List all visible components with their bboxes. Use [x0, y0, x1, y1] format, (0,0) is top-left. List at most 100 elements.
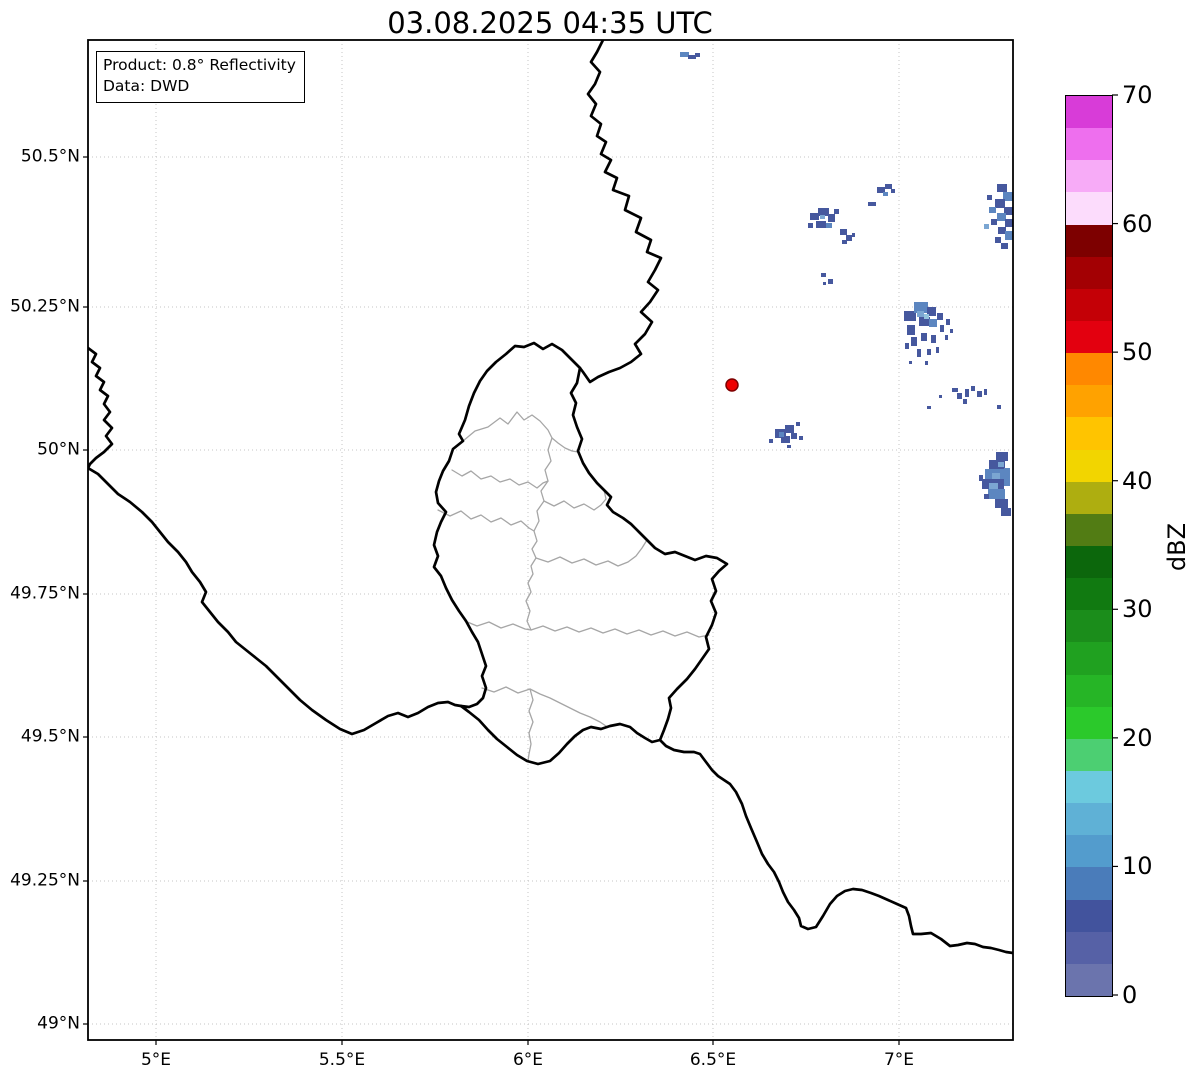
- radar-echo-cell: [907, 325, 915, 335]
- radar-echo-cell: [909, 361, 912, 364]
- radar-echo-cell: [695, 53, 700, 57]
- district-border-path: [527, 688, 534, 762]
- radar-echo-cell: [1005, 231, 1013, 240]
- reflectivity-colorbar: [1065, 95, 1113, 997]
- country-borders: [88, 40, 1013, 955]
- radar-echo-cell: [998, 462, 1004, 467]
- radar-echo-cell: [987, 195, 992, 200]
- radar-echo-cell: [769, 439, 773, 443]
- radar-echo-cell: [818, 208, 829, 216]
- radar-echo-cell: [821, 273, 826, 277]
- radar-echo-cell: [995, 237, 1001, 243]
- radar-echo-cell: [971, 386, 975, 391]
- district-borders: [437, 411, 710, 762]
- product-line: Product: 0.8° Reflectivity: [103, 56, 296, 74]
- colorbar-segment: [1066, 224, 1112, 257]
- colorbar-segment: [1066, 160, 1112, 193]
- radar-echo-cell: [808, 223, 813, 228]
- radar-echo-cell: [796, 422, 800, 426]
- colorbar-tick-label: 20: [1122, 723, 1153, 752]
- radar-echo-cell: [911, 337, 917, 346]
- radar-echo-cell: [927, 349, 931, 355]
- radar-echo-cell: [997, 184, 1007, 192]
- x-tick-label: 6.5°E: [689, 1050, 737, 1070]
- radar-echo-cell: [998, 227, 1006, 234]
- radar-echo-cell: [868, 202, 876, 206]
- district-border-path: [525, 437, 553, 631]
- radar-echo-cell: [885, 184, 892, 189]
- colorbar-segment: [1066, 674, 1112, 707]
- colorbar-segment: [1066, 513, 1112, 547]
- colorbar-segment: [1066, 578, 1112, 611]
- colorbar-segment: [1066, 963, 1112, 996]
- radar-echo-cell: [984, 389, 987, 395]
- colorbar-tick-label: 70: [1122, 81, 1153, 109]
- colorbar-segment: [1066, 931, 1112, 964]
- radar-echo-cell: [787, 445, 791, 448]
- country-border-path: [658, 738, 1013, 955]
- colorbar-segment: [1066, 803, 1112, 836]
- radar-echo-cell: [940, 325, 944, 332]
- colorbar-segment: [1066, 128, 1112, 161]
- colorbar-segment: [1066, 610, 1112, 643]
- radar-echo-cell: [852, 233, 855, 237]
- radar-echo-cell: [810, 213, 819, 220]
- plot-frame: [87, 39, 1014, 1041]
- radar-site-marker: [725, 378, 739, 392]
- radar-echo-cell: [995, 199, 1005, 208]
- radar-echo-cell: [931, 335, 936, 343]
- radar-echo-cell: [939, 395, 942, 398]
- radar-echo-cell: [988, 489, 1005, 499]
- radar-echo-cell: [688, 55, 696, 59]
- country-border-path: [578, 40, 663, 384]
- data-source-line: Data: DWD: [103, 77, 190, 96]
- radar-echo-cell: [785, 425, 794, 433]
- district-border-path: [451, 469, 549, 489]
- radar-echo-cell: [842, 240, 847, 244]
- colorbar-tick-label: 60: [1122, 209, 1153, 238]
- district-border-path: [462, 411, 579, 453]
- y-tick-label: 49.5°N: [20, 726, 80, 747]
- radar-echo-cell: [997, 213, 1006, 221]
- colorbar-segment: [1066, 738, 1112, 772]
- radar-echo-cell: [883, 192, 888, 196]
- radar-echo-cell: [952, 388, 958, 392]
- radar-echo-cell: [936, 347, 939, 353]
- colorbar-segment: [1066, 642, 1112, 675]
- y-tick-label: 49°N: [37, 1013, 80, 1034]
- radar-echo-cell: [957, 393, 962, 399]
- district-border-path: [437, 509, 535, 532]
- district-border-path: [543, 489, 607, 511]
- radar-figure: 03.08.2025 04:35 UTC Product: 0.8° Refle…: [0, 0, 1202, 1081]
- district-border-path: [481, 686, 607, 727]
- radar-echo-cell: [921, 333, 927, 341]
- radar-echo-cell: [989, 483, 998, 489]
- y-tick-label: 49.25°N: [10, 870, 80, 891]
- colorbar-tick-label: 0: [1122, 981, 1138, 1009]
- radar-echo-cell: [791, 433, 797, 439]
- radar-echo-cell: [927, 406, 931, 409]
- radar-echo-cell: [963, 399, 967, 404]
- product-annotation-box: Product: 0.8° Reflectivity Data: DWD: [96, 51, 305, 103]
- colorbar-tick-label: 50: [1122, 338, 1153, 367]
- radar-echo-cell: [799, 436, 803, 440]
- radar-echo-cell: [977, 391, 982, 397]
- radar-echo-cell: [984, 494, 989, 499]
- radar-echo-cell: [929, 319, 937, 327]
- radar-echo-cell: [779, 432, 784, 437]
- radar-echo-cell: [1005, 219, 1013, 227]
- radar-echo-cell: [950, 329, 953, 333]
- radar-echo-cell: [1001, 243, 1008, 249]
- radar-echo-cell: [820, 215, 825, 219]
- radar-echo-cell: [816, 221, 826, 228]
- colorbar-tick-label: 30: [1122, 595, 1153, 624]
- radar-echo-cell: [991, 219, 997, 225]
- radar-echo-cell: [1004, 468, 1010, 486]
- colorbar-segment: [1066, 321, 1112, 354]
- radar-echo-cell: [995, 499, 1008, 508]
- x-tick-label: 5°E: [140, 1050, 172, 1070]
- country-border-path: [88, 346, 463, 736]
- radar-echo-cell: [828, 214, 835, 222]
- radar-echo-cell: [834, 209, 839, 214]
- radar-echo-cell: [965, 389, 969, 397]
